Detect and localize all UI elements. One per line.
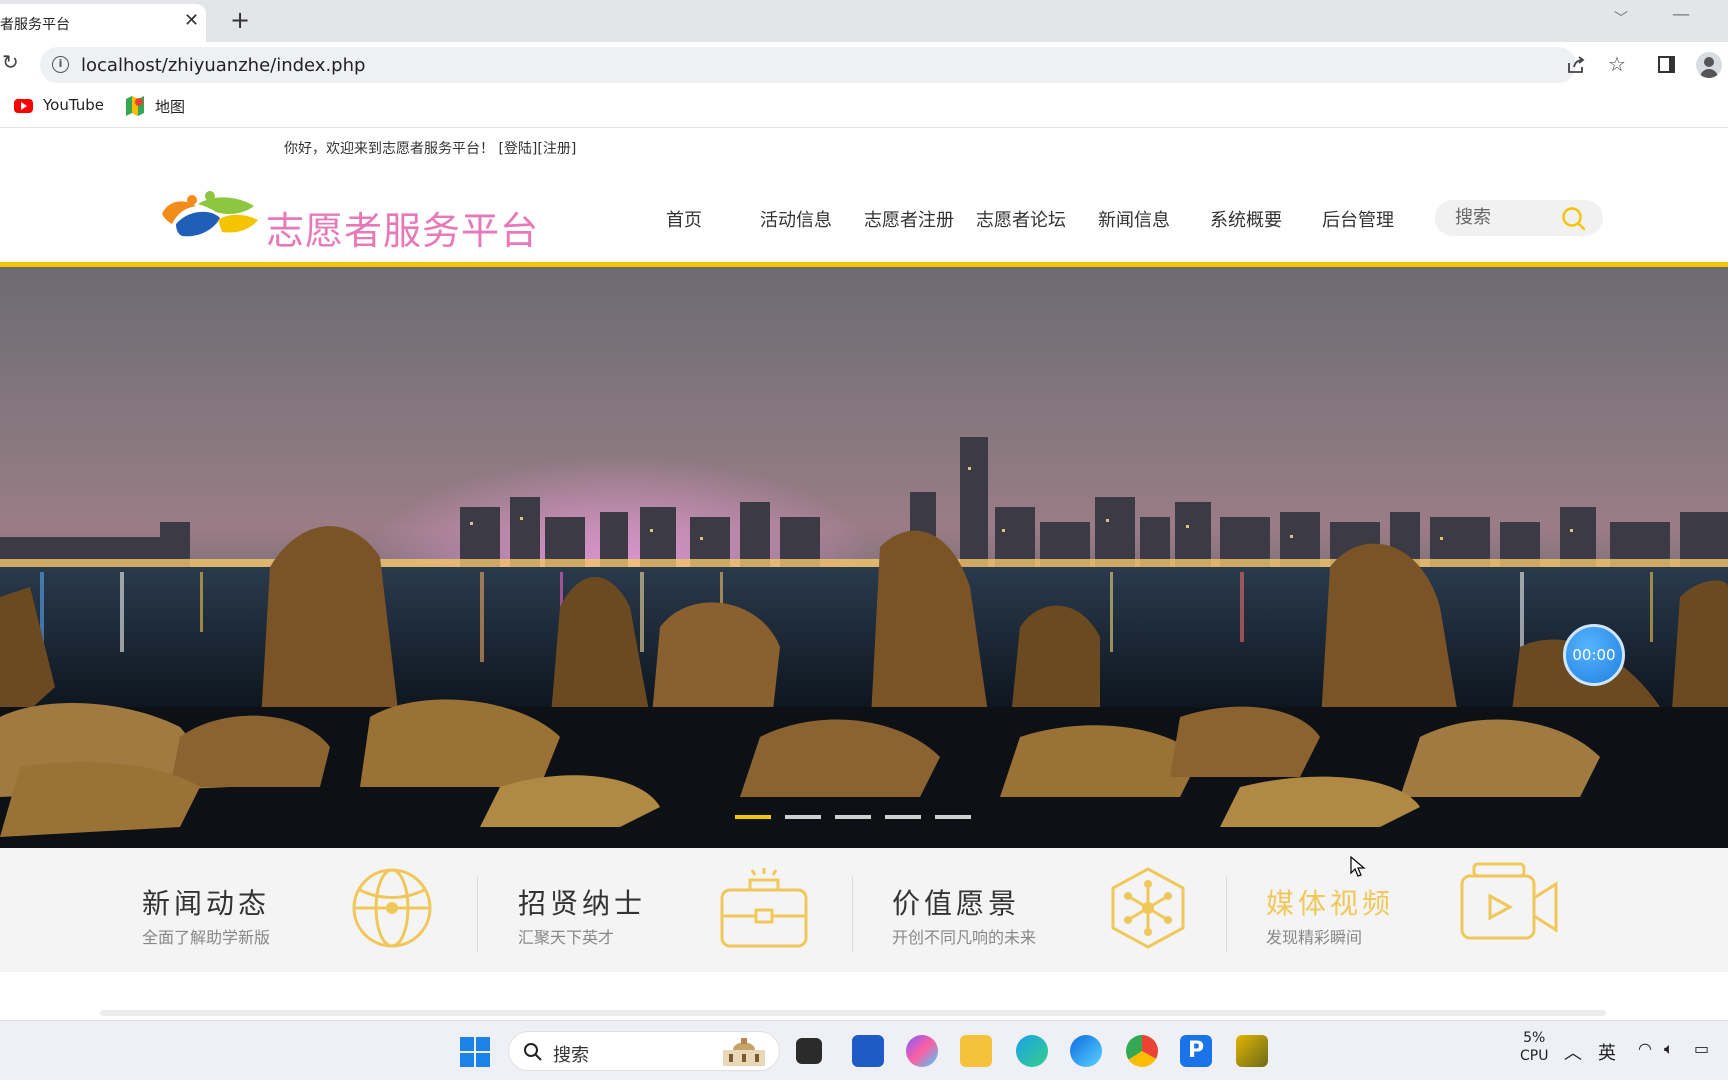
carousel-dot-1[interactable] xyxy=(735,815,771,819)
feature-vision-subtitle: 开创不同凡响的未来 xyxy=(892,928,1037,947)
feature-divider xyxy=(852,876,853,952)
ime-indicator[interactable]: 英 xyxy=(1598,1039,1616,1065)
content-shadow xyxy=(100,1010,1606,1016)
globe-icon[interactable] xyxy=(350,866,434,950)
youtube-icon xyxy=(14,99,33,113)
browser-tab-bar: 者服务平台 ✕ + ﹀ — xyxy=(0,0,1728,42)
windows-start-icon[interactable] xyxy=(460,1037,490,1067)
tab-title: 者服务平台 xyxy=(0,17,70,33)
feature-media-title[interactable]: 媒体视频 xyxy=(1266,882,1394,922)
bookmark-star-icon[interactable]: ☆ xyxy=(1608,52,1626,76)
feature-recruit-subtitle: 汇聚天下英才 xyxy=(518,928,615,947)
browser-tab[interactable]: 者服务平台 ✕ xyxy=(0,4,206,42)
carousel-dot-5[interactable] xyxy=(935,815,971,819)
minimize-icon[interactable]: — xyxy=(1672,4,1690,25)
bookmark-youtube[interactable]: YouTube xyxy=(43,96,104,114)
network-hexagon-icon[interactable] xyxy=(1110,866,1186,950)
file-explorer-icon[interactable] xyxy=(960,1035,992,1067)
welcome-bar: 你好，欢迎来到志愿者服务平台！ [登陆][注册] xyxy=(284,138,576,158)
store-icon[interactable] xyxy=(852,1035,884,1067)
new-tab-icon[interactable]: + xyxy=(230,6,250,34)
tray-chevron-up-icon[interactable]: ︿ xyxy=(1564,1039,1582,1065)
carousel-dot-2[interactable] xyxy=(785,815,821,819)
task-view-icon[interactable] xyxy=(796,1038,822,1064)
volume-icon[interactable]: 🔈︎ xyxy=(1664,1039,1674,1059)
maps-icon xyxy=(126,96,144,116)
search-highlight-icon xyxy=(723,1038,765,1066)
info-icon[interactable]: i xyxy=(52,56,69,73)
mouse-cursor-icon xyxy=(1350,856,1366,877)
nav-system-overview[interactable]: 系统概要 xyxy=(1210,206,1282,232)
hero-banner[interactable] xyxy=(0,267,1728,848)
nav-news[interactable]: 新闻信息 xyxy=(1098,206,1170,232)
taskbar-search[interactable]: 搜索 xyxy=(508,1031,780,1071)
nav-admin[interactable]: 后台管理 xyxy=(1322,206,1394,232)
site-search-input[interactable] xyxy=(1455,207,1555,228)
bookmarks-bar: YouTube 地图 xyxy=(0,88,1728,128)
reload-icon[interactable]: ↻ xyxy=(2,50,19,74)
address-bar: ↻ i localhost/zhiyuanzhe/index.php ☆ xyxy=(0,42,1728,88)
os-taskbar: 搜索 P 5% CPU ︿ 英 ◠ 🔈︎ ▭ xyxy=(0,1020,1728,1080)
logo-text[interactable]: 志愿者服务平台 xyxy=(266,200,539,255)
battery-icon[interactable]: ▭ xyxy=(1694,1039,1709,1058)
feature-divider xyxy=(1226,876,1227,952)
nav-forum[interactable]: 志愿者论坛 xyxy=(976,206,1066,232)
profile-avatar-icon[interactable] xyxy=(1696,52,1722,78)
site-search xyxy=(1435,200,1603,236)
url-text[interactable]: localhost/zhiyuanzhe/index.php xyxy=(81,55,365,76)
chrome-icon[interactable] xyxy=(1126,1035,1158,1067)
logo-icon[interactable] xyxy=(158,190,262,242)
search-icon[interactable] xyxy=(1561,206,1587,232)
edge-icon[interactable] xyxy=(1016,1035,1048,1067)
feature-recruit-title[interactable]: 招贤纳士 xyxy=(518,882,646,922)
video-camera-icon[interactable] xyxy=(1458,860,1560,944)
timer-widget[interactable]: 00:00 xyxy=(1563,624,1625,686)
feature-news-subtitle: 全面了解助学新版 xyxy=(142,928,271,947)
edge-dev-icon[interactable] xyxy=(1070,1035,1102,1067)
nav-activities[interactable]: 活动信息 xyxy=(760,206,832,232)
side-panel-icon[interactable] xyxy=(1658,56,1675,73)
feature-divider xyxy=(477,876,478,952)
p-app-icon[interactable]: P xyxy=(1180,1035,1212,1067)
search-icon xyxy=(524,1043,542,1061)
cpu-percent: 5% xyxy=(1523,1030,1546,1046)
night-city-scene xyxy=(0,437,1728,848)
wifi-icon[interactable]: ◠ xyxy=(1638,1039,1652,1058)
folder-app-icon[interactable] xyxy=(1236,1035,1268,1067)
copilot-icon[interactable] xyxy=(906,1035,938,1067)
taskbar-search-label: 搜索 xyxy=(553,1045,589,1066)
carousel-dot-4[interactable] xyxy=(885,815,921,819)
omnibox[interactable]: i localhost/zhiyuanzhe/index.php xyxy=(40,47,1576,83)
chevron-down-icon[interactable]: ﹀ xyxy=(1614,8,1628,28)
nav-home[interactable]: 首页 xyxy=(666,206,702,232)
login-link[interactable]: [登陆] xyxy=(498,141,537,157)
cpu-label: CPU xyxy=(1520,1048,1549,1064)
register-link[interactable]: [注册] xyxy=(537,141,576,157)
briefcase-icon[interactable] xyxy=(718,866,810,950)
welcome-text: 你好，欢迎来到志愿者服务平台！ xyxy=(284,141,494,157)
feature-news-title[interactable]: 新闻动态 xyxy=(142,882,270,922)
carousel-dot-3[interactable] xyxy=(835,815,871,819)
cpu-indicator[interactable]: 5% CPU xyxy=(1520,1029,1548,1065)
share-icon[interactable] xyxy=(1566,56,1586,74)
nav-volunteer-register[interactable]: 志愿者注册 xyxy=(864,206,954,232)
bookmark-maps[interactable]: 地图 xyxy=(155,96,185,117)
feature-media-subtitle: 发现精彩瞬间 xyxy=(1266,928,1363,947)
close-icon[interactable]: ✕ xyxy=(184,10,199,31)
feature-vision-title[interactable]: 价值愿景 xyxy=(892,882,1020,922)
